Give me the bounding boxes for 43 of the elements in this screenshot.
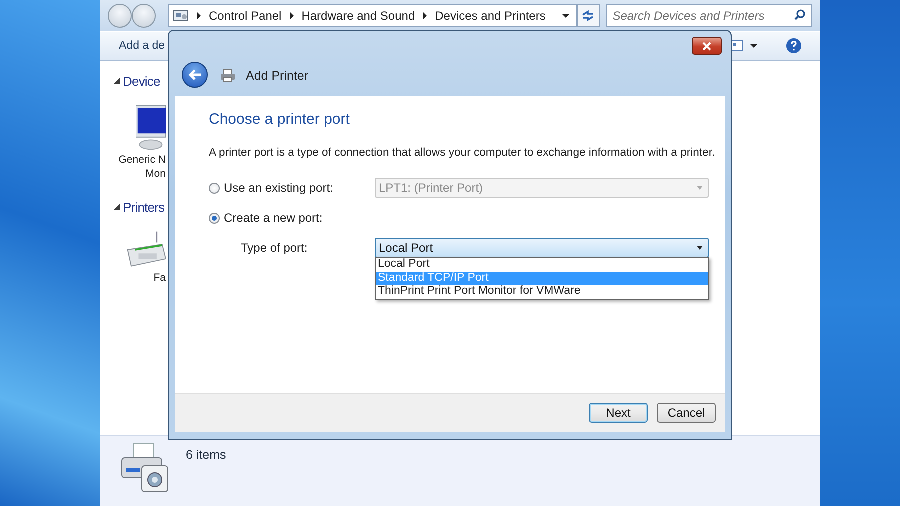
expand-arrow-icon[interactable] — [114, 78, 120, 84]
page-heading: Choose a printer port — [209, 111, 351, 128]
close-button[interactable] — [692, 37, 722, 55]
fax-machine-icon[interactable] — [126, 231, 166, 269]
chevron-icon[interactable] — [423, 12, 428, 20]
expand-arrow-icon[interactable] — [114, 204, 120, 210]
breadcrumb-item[interactable]: Devices and Printers — [435, 8, 546, 22]
port-type-dropdown[interactable]: Local Port — [375, 238, 709, 258]
caret-icon[interactable] — [750, 44, 758, 48]
section-title[interactable]: Printers — [123, 200, 165, 214]
address-bar[interactable]: Control Panel Hardware and Sound Devices and Printers — [168, 4, 577, 27]
back-arrow-icon — [188, 69, 202, 81]
search-field[interactable]: Search Devices and Printers — [606, 4, 812, 27]
chevron-icon[interactable] — [290, 12, 294, 20]
printer-icon — [220, 69, 236, 83]
dropdown-option[interactable]: ThinPrint Print Port Monitor for VMWare — [376, 285, 708, 298]
refresh-button[interactable] — [576, 4, 600, 27]
next-button[interactable]: Next — [589, 403, 648, 423]
refresh-icon — [581, 10, 596, 22]
close-icon — [702, 42, 712, 50]
back-button[interactable] — [182, 62, 208, 88]
add-device-button[interactable]: Add a de — [117, 37, 168, 55]
search-icon — [794, 9, 806, 21]
control-panel-icon — [173, 8, 189, 22]
help-icon[interactable] — [786, 38, 802, 54]
device-label[interactable]: Fa — [154, 271, 166, 285]
description-text: A printer port is a type of connection that allows your computer to exchange information with a printer. — [209, 146, 716, 160]
monitor-icon[interactable] — [136, 105, 166, 151]
port-dropdown: LPT1: (Printer Port) — [375, 178, 709, 198]
breadcrumb-item[interactable]: Control Panel — [209, 8, 282, 22]
item-count: 6 items — [186, 448, 226, 462]
port-type-label: Type of port: — [240, 241, 309, 255]
dropdown-option[interactable]: Local Port — [376, 258, 708, 272]
cancel-button[interactable]: Cancel — [657, 403, 716, 423]
breadcrumb-item[interactable]: Hardware and Sound — [302, 8, 416, 22]
device-label[interactable]: Generic N Mon — [118, 153, 166, 181]
view-icon[interactable] — [730, 40, 744, 52]
dialog-title: Add Printer — [246, 69, 309, 83]
dropdown-icon[interactable] — [562, 14, 570, 18]
section-title[interactable]: Device — [123, 74, 160, 88]
forward-button[interactable] — [132, 4, 156, 28]
chevron-icon[interactable] — [197, 12, 201, 20]
radio-option[interactable]: Create a new port: — [209, 211, 375, 225]
